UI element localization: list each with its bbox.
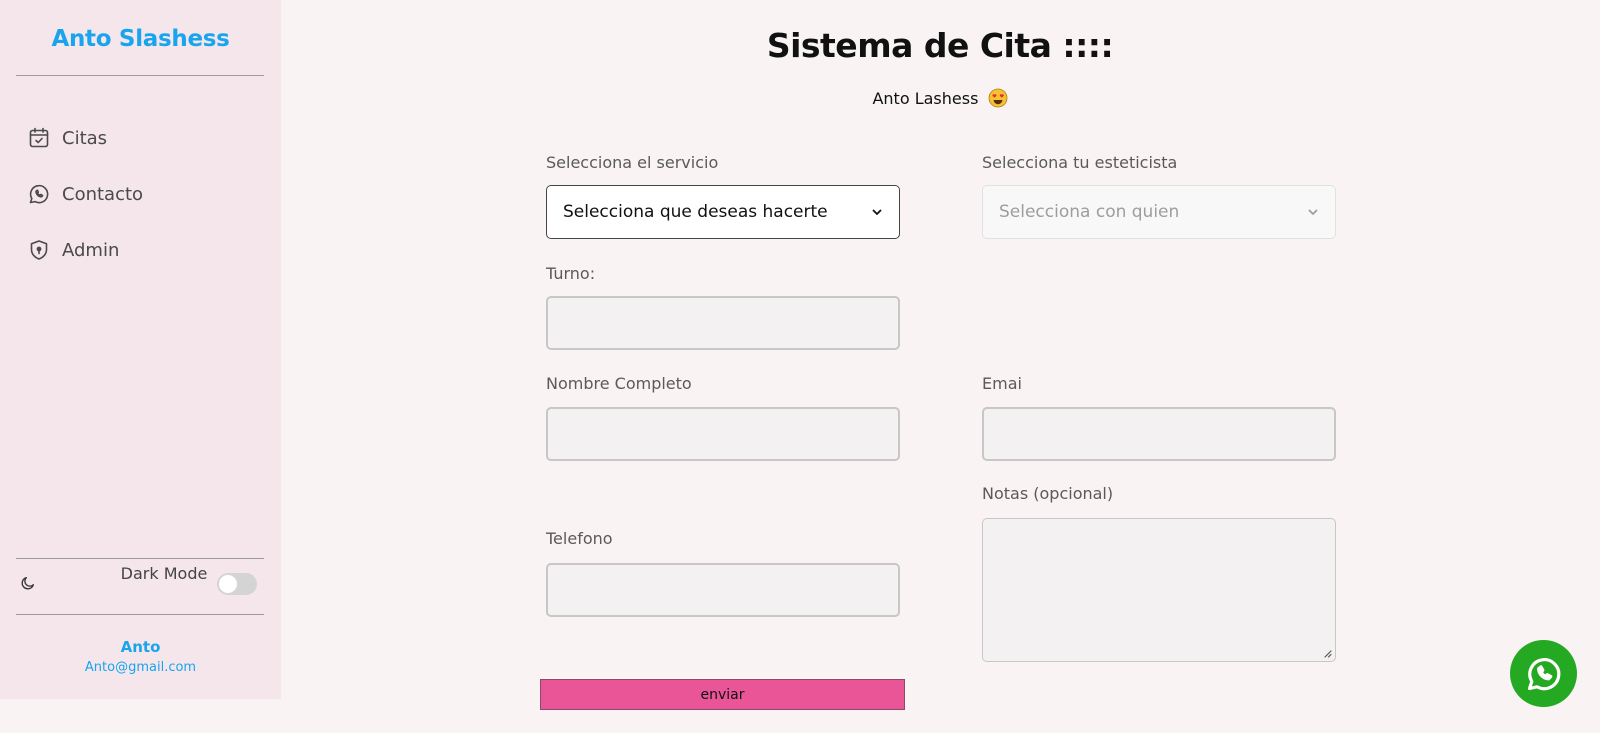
notes-textarea[interactable]	[982, 518, 1336, 662]
sidebar-item-label: Admin	[62, 239, 120, 261]
turn-label: Turno:	[546, 264, 596, 283]
service-select-value: Selecciona que deseas hacerte	[563, 202, 828, 222]
service-select[interactable]: Selecciona que deseas hacerte	[546, 185, 900, 239]
stylist-select[interactable]: Selecciona con quien	[982, 185, 1336, 239]
moon-icon	[21, 577, 34, 590]
submit-button[interactable]: enviar	[540, 679, 905, 710]
whatsapp-icon	[29, 184, 49, 204]
full-name-field[interactable]	[546, 407, 900, 461]
resize-grip-icon[interactable]	[1322, 648, 1332, 658]
divider	[16, 75, 264, 76]
notes-label: Notas (opcional)	[982, 484, 1114, 503]
turn-field[interactable]	[546, 296, 900, 350]
whatsapp-float-button[interactable]	[1510, 640, 1577, 707]
divider	[16, 614, 264, 615]
phone-label: Telefono	[546, 529, 613, 548]
stylist-select-value: Selecciona con quien	[999, 202, 1180, 222]
email-label: Emai	[982, 374, 1022, 393]
dark-mode-row: Dark Mode	[16, 559, 264, 612]
dark-mode-toggle[interactable]	[217, 573, 257, 595]
sidebar-item-citas[interactable]: Citas	[27, 123, 257, 153]
phone-field[interactable]	[546, 563, 900, 617]
user-name: Anto	[120, 638, 161, 656]
sidebar: Anto Slashess Citas Contacto Admin Dark …	[0, 0, 281, 699]
full-name-label: Nombre Completo	[546, 374, 692, 393]
page-subtitle: Anto Lashess	[740, 88, 1140, 108]
calendar-check-icon	[29, 127, 49, 148]
heart-eyes-emoji-icon	[988, 88, 1007, 108]
shield-icon	[30, 240, 48, 260]
subtitle-text: Anto Lashess	[872, 89, 979, 108]
whatsapp-icon	[1527, 657, 1560, 690]
brand-logo-text[interactable]: Anto Slashess	[0, 26, 281, 52]
stylist-label: Selecciona tu esteticista	[982, 153, 1178, 172]
chevron-down-icon	[1308, 209, 1318, 215]
user-email: Anto@gmail.com	[84, 660, 197, 675]
page-title: Sistema de Cita ::::	[766, 26, 1114, 65]
dark-mode-label: Dark Mode	[120, 564, 208, 583]
sidebar-item-label: Citas	[62, 127, 108, 149]
chevron-down-icon	[872, 209, 882, 215]
sidebar-item-contacto[interactable]: Contacto	[27, 179, 257, 209]
sidebar-item-label: Contacto	[62, 183, 144, 205]
email-field[interactable]	[982, 407, 1336, 461]
service-label: Selecciona el servicio	[546, 153, 719, 172]
toggle-knob	[219, 575, 237, 593]
sidebar-item-admin[interactable]: Admin	[27, 235, 257, 265]
